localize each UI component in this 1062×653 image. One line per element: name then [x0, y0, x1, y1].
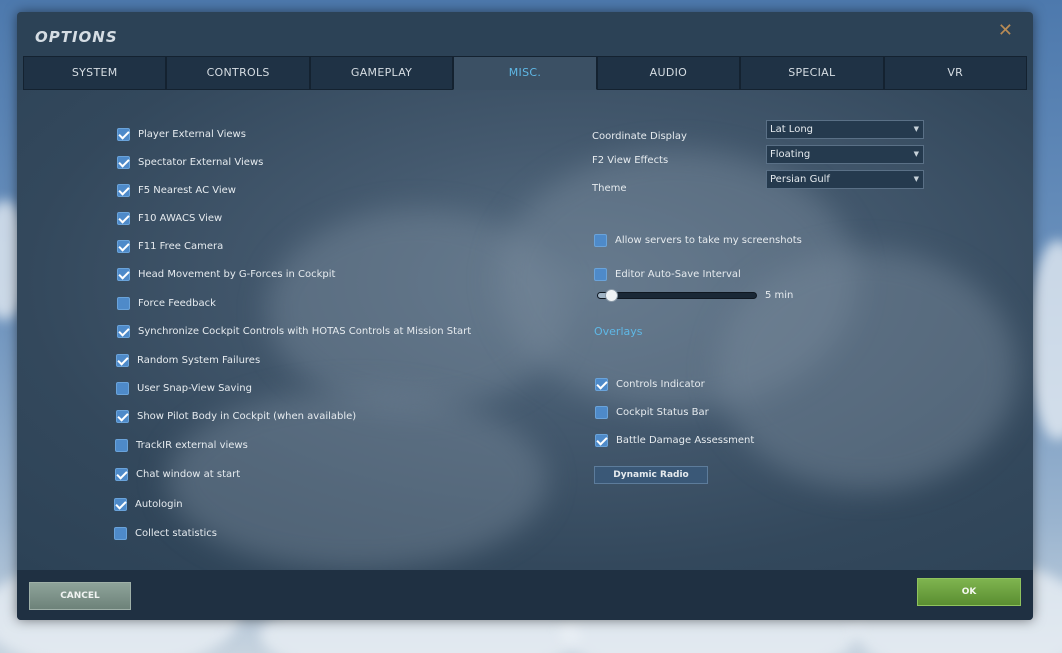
checkbox[interactable]	[117, 183, 130, 197]
tab-bar: SYSTEM CONTROLS GAMEPLAY MISC. AUDIO SPE…	[23, 56, 1027, 90]
chevron-down-icon: ▼	[913, 175, 919, 183]
checkbox[interactable]	[117, 239, 130, 253]
checkbox[interactable]	[117, 127, 130, 141]
checkbox[interactable]	[117, 155, 130, 169]
option-label: F10 AWACS View	[138, 212, 223, 224]
checkbox[interactable]	[117, 211, 130, 225]
checkbox[interactable]	[116, 381, 129, 395]
tab-vr[interactable]: VR	[883, 56, 1027, 90]
option-label: TrackIR external views	[136, 439, 248, 451]
theme-label: Theme	[592, 183, 627, 194]
option-show-pilot-body[interactable]: Show Pilot Body in Cockpit (when availab…	[116, 408, 356, 424]
tab-system[interactable]: SYSTEM	[23, 56, 167, 90]
option-spectator-external-views[interactable]: Spectator External Views	[117, 154, 263, 170]
option-label: Spectator External Views	[138, 156, 264, 168]
f2-view-effects-label: F2 View Effects	[592, 155, 669, 166]
checkbox[interactable]	[594, 233, 607, 247]
option-label: Editor Auto-Save Interval	[615, 268, 741, 280]
option-label: F5 Nearest AC View	[138, 184, 236, 196]
checkbox[interactable]	[116, 353, 129, 367]
cancel-button[interactable]: CANCEL	[29, 582, 131, 610]
option-autologin[interactable]: Autologin	[114, 496, 183, 512]
option-label: User Snap-View Saving	[137, 382, 252, 394]
footer-bar	[17, 570, 1033, 620]
option-allow-screenshots[interactable]: Allow servers to take my screenshots	[594, 232, 802, 248]
select-value: Lat Long	[770, 124, 813, 135]
option-label: Cockpit Status Bar	[616, 406, 709, 418]
option-label: Head Movement by G-Forces in Cockpit	[138, 268, 336, 280]
close-icon[interactable]: ✕	[998, 20, 1013, 41]
options-window: OPTIONS ✕ SYSTEM CONTROLS GAMEPLAY MISC.…	[17, 12, 1033, 620]
checkbox[interactable]	[115, 438, 128, 452]
option-force-feedback[interactable]: Force Feedback	[117, 295, 216, 311]
option-player-external-views[interactable]: Player External Views	[117, 126, 246, 142]
option-chat-window-at-start[interactable]: Chat window at start	[115, 466, 240, 482]
option-label: Player External Views	[138, 128, 246, 140]
autosave-interval-value: 5 min	[765, 290, 794, 301]
window-title: OPTIONS	[35, 28, 118, 46]
checkbox[interactable]	[117, 267, 130, 281]
option-label: Show Pilot Body in Cockpit (when availab…	[137, 410, 357, 422]
overlays-link[interactable]: Overlays	[594, 325, 643, 338]
option-label: Force Feedback	[138, 297, 216, 309]
tab-misc[interactable]: MISC.	[453, 56, 597, 90]
f2-view-effects-select[interactable]: Floating ▼	[766, 145, 924, 164]
checkbox[interactable]	[595, 377, 608, 391]
select-value: Persian Gulf	[770, 174, 830, 185]
option-label: Chat window at start	[136, 468, 241, 480]
option-collect-statistics[interactable]: Collect statistics	[114, 525, 217, 541]
option-battle-damage-assessment[interactable]: Battle Damage Assessment	[595, 432, 754, 448]
option-synchronize-cockpit-controls[interactable]: Synchronize Cockpit Controls with HOTAS …	[117, 323, 471, 339]
option-user-snap-view-saving[interactable]: User Snap-View Saving	[116, 380, 252, 396]
chevron-down-icon: ▼	[913, 125, 919, 133]
dynamic-radio-button[interactable]: Dynamic Radio	[594, 466, 708, 484]
theme-select[interactable]: Persian Gulf ▼	[766, 170, 924, 189]
tab-special[interactable]: SPECIAL	[740, 56, 884, 90]
checkbox[interactable]	[117, 324, 130, 338]
checkbox[interactable]	[117, 296, 130, 310]
option-editor-autosave[interactable]: Editor Auto-Save Interval	[594, 266, 741, 282]
coordinate-display-label: Coordinate Display	[592, 131, 687, 142]
checkbox[interactable]	[595, 433, 608, 447]
option-f11-free-camera[interactable]: F11 Free Camera	[117, 238, 223, 254]
checkbox[interactable]	[114, 526, 127, 540]
select-value: Floating	[770, 149, 811, 160]
option-f5-nearest-ac-view[interactable]: F5 Nearest AC View	[117, 182, 236, 198]
tab-audio[interactable]: AUDIO	[596, 56, 741, 90]
tab-controls[interactable]: CONTROLS	[166, 56, 310, 90]
option-label: Collect statistics	[135, 527, 217, 539]
checkbox[interactable]	[116, 409, 129, 423]
checkbox[interactable]	[595, 405, 608, 419]
coordinate-display-select[interactable]: Lat Long ▼	[766, 120, 924, 139]
option-head-movement-g-forces[interactable]: Head Movement by G-Forces in Cockpit	[117, 266, 335, 282]
chevron-down-icon: ▼	[913, 150, 919, 158]
checkbox[interactable]	[114, 497, 127, 511]
option-label: Controls Indicator	[616, 378, 705, 390]
option-f10-awacs-view[interactable]: F10 AWACS View	[117, 210, 222, 226]
option-label: Random System Failures	[137, 354, 261, 366]
option-controls-indicator[interactable]: Controls Indicator	[595, 376, 705, 392]
option-label: Synchronize Cockpit Controls with HOTAS …	[138, 325, 472, 337]
option-label: F11 Free Camera	[138, 240, 224, 252]
option-label: Battle Damage Assessment	[616, 434, 755, 446]
autosave-slider[interactable]	[597, 289, 757, 302]
tab-gameplay[interactable]: GAMEPLAY	[309, 56, 454, 90]
checkbox[interactable]	[594, 267, 607, 281]
option-cockpit-status-bar[interactable]: Cockpit Status Bar	[595, 404, 709, 420]
option-label: Autologin	[135, 498, 183, 510]
option-random-system-failures[interactable]: Random System Failures	[116, 352, 260, 368]
option-label: Allow servers to take my screenshots	[615, 234, 802, 246]
ok-button[interactable]: OK	[917, 578, 1021, 606]
checkbox[interactable]	[115, 467, 128, 481]
option-trackir-external-views[interactable]: TrackIR external views	[115, 437, 248, 453]
